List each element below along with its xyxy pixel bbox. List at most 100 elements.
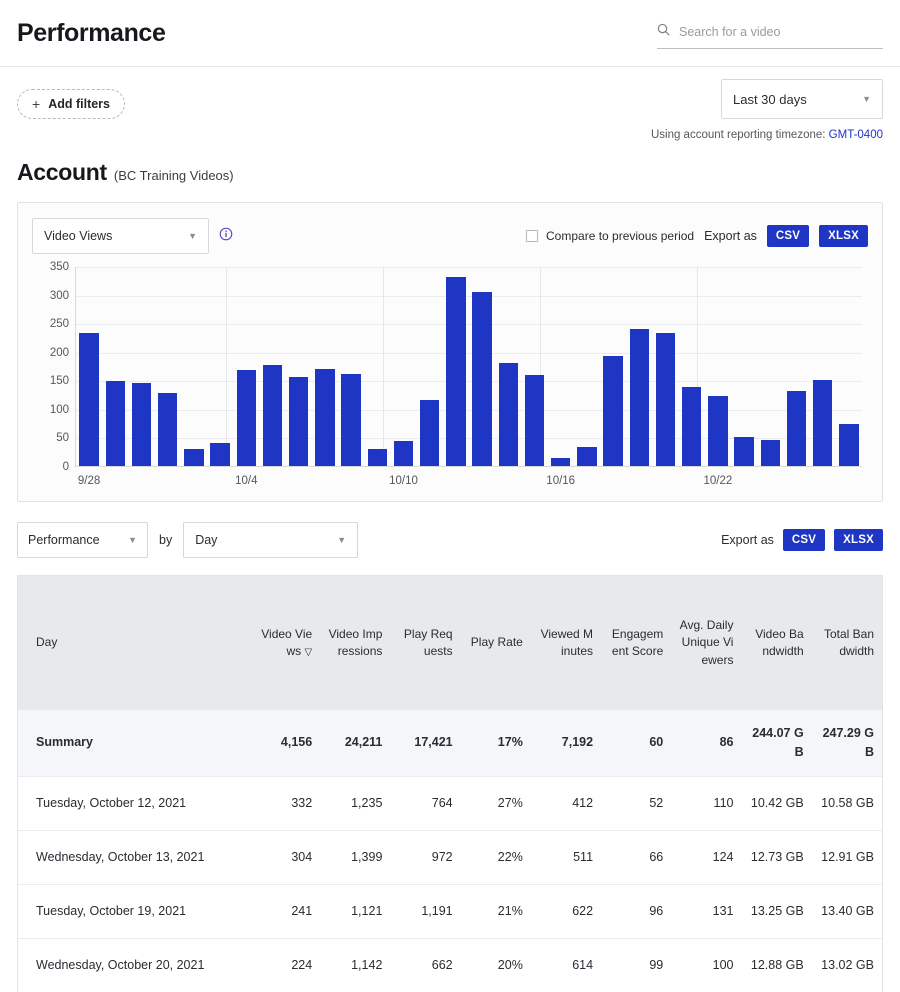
summary-cell: 17% <box>461 710 531 776</box>
table-summary-row: Summary4,15624,21117,42117%7,1926086244.… <box>18 710 882 776</box>
add-filters-label: Add filters <box>48 98 110 111</box>
search-box[interactable] <box>657 23 883 49</box>
chart-gridline <box>76 267 862 268</box>
chart-bar[interactable] <box>472 292 491 466</box>
report-type-select[interactable]: Performance ▼ <box>17 522 148 558</box>
add-filters-button[interactable]: + Add filters <box>17 89 125 119</box>
chart-gridline <box>76 296 862 297</box>
chart-export-xlsx-button[interactable]: XLSX <box>819 225 868 247</box>
date-range-select[interactable]: Last 30 days ▼ <box>721 79 883 119</box>
chart-bar[interactable] <box>630 329 649 466</box>
chart-bar[interactable] <box>132 383 151 466</box>
table-export-label: Export as <box>721 533 774 547</box>
table-header-video-views[interactable]: Video Views ▽ <box>250 576 320 710</box>
table-export-xlsx-button[interactable]: XLSX <box>834 529 883 551</box>
plus-icon: + <box>32 97 40 111</box>
table-header-viewed-minutes[interactable]: Viewed Minutes <box>531 576 601 710</box>
table-header-row: DayVideo Views ▽Video ImpressionsPlay Re… <box>18 576 882 710</box>
chart-bar[interactable] <box>734 437 753 466</box>
chart-bar[interactable] <box>446 277 465 466</box>
table-cell: 511 <box>531 830 601 884</box>
table-cell: 412 <box>531 776 601 830</box>
chart-bar[interactable] <box>656 333 675 466</box>
account-heading: Account (BC Training Videos) <box>0 159 900 186</box>
chart-bar[interactable] <box>368 449 387 466</box>
chart-x-axis-label: 10/4 <box>235 475 257 487</box>
chart-plot-area: 0501001502002503003509/2810/410/1010/161… <box>75 267 862 467</box>
table-cell: 110 <box>671 776 741 830</box>
chart-bar[interactable] <box>315 369 334 466</box>
table-cell: 12.73 GB <box>741 830 811 884</box>
timezone-link[interactable]: GMT-0400 <box>829 129 883 141</box>
summary-cell: 24,211 <box>320 710 390 776</box>
table-cell: 66 <box>601 830 671 884</box>
search-input[interactable] <box>679 25 883 39</box>
chart-bar[interactable] <box>813 380 832 466</box>
table-export-csv-button[interactable]: CSV <box>783 529 825 551</box>
table-cell: 241 <box>250 884 320 938</box>
chart-bar[interactable] <box>525 375 544 466</box>
chart-y-axis-label: 100 <box>50 404 69 416</box>
chart-bar[interactable] <box>839 424 858 466</box>
table-header-engagement-score[interactable]: Engagement Score <box>601 576 671 710</box>
table-cell: 332 <box>250 776 320 830</box>
chart-export-csv-button[interactable]: CSV <box>767 225 809 247</box>
chart-bar[interactable] <box>184 449 203 466</box>
interval-select[interactable]: Day ▼ <box>183 522 358 558</box>
metric-select-value: Video Views <box>44 229 112 243</box>
table-header-day[interactable]: Day <box>18 576 250 710</box>
chart-bar[interactable] <box>106 381 125 466</box>
chart-bar[interactable] <box>708 396 727 466</box>
chart-bar[interactable] <box>263 365 282 466</box>
table-cell: 27% <box>461 776 531 830</box>
summary-cell: 17,421 <box>390 710 460 776</box>
chart-bar[interactable] <box>289 377 308 466</box>
chart-bar[interactable] <box>341 374 360 466</box>
chart-bar[interactable] <box>210 443 229 466</box>
metric-select[interactable]: Video Views ▼ <box>32 218 209 254</box>
chevron-down-icon: ▼ <box>862 95 871 104</box>
chart-bar[interactable] <box>499 363 518 466</box>
compare-previous-period-toggle[interactable]: Compare to previous period <box>526 229 694 243</box>
table-header-video-bandwidth[interactable]: Video Bandwidth <box>741 576 811 710</box>
chart-bar[interactable] <box>761 440 780 466</box>
table-header-total-bandwidth[interactable]: Total Bandwidth <box>812 576 882 710</box>
summary-cell: 86 <box>671 710 741 776</box>
page-title: Performance <box>17 19 165 48</box>
chevron-down-icon: ▼ <box>128 536 137 545</box>
chart-bar[interactable] <box>682 387 701 466</box>
table-cell: 10.42 GB <box>741 776 811 830</box>
table-cell: 22% <box>461 830 531 884</box>
summary-cell: 247.29 GB <box>812 710 882 776</box>
search-icon <box>657 23 670 41</box>
chart-gridline <box>76 324 862 325</box>
table-header-avg-daily-unique-viewers[interactable]: Avg. Daily Unique Viewers <box>671 576 741 710</box>
chart-bar[interactable] <box>394 441 413 466</box>
date-range-wrapper: Last 30 days ▼ <box>721 79 883 119</box>
chart-bar[interactable] <box>158 393 177 466</box>
table-row[interactable]: Tuesday, October 19, 20212411,1211,19121… <box>18 884 882 938</box>
summary-cell: 60 <box>601 710 671 776</box>
chart-bar[interactable] <box>603 356 622 466</box>
table-row[interactable]: Tuesday, October 12, 20213321,23576427%4… <box>18 776 882 830</box>
compare-checkbox[interactable] <box>526 230 538 242</box>
info-icon[interactable] <box>219 227 233 246</box>
chart-bar[interactable] <box>787 391 806 466</box>
table-header-play-requests[interactable]: Play Requests <box>390 576 460 710</box>
chart-bar[interactable] <box>79 333 98 466</box>
table-header-video-impressions[interactable]: Video Impressions <box>320 576 390 710</box>
chart-bar[interactable] <box>237 370 256 466</box>
chart-bar[interactable] <box>420 400 439 466</box>
table-cell: 10.58 GB <box>812 776 882 830</box>
table-header-play-rate[interactable]: Play Rate <box>461 576 531 710</box>
chart-bar[interactable] <box>551 458 570 466</box>
table-row[interactable]: Wednesday, October 13, 20213041,39997222… <box>18 830 882 884</box>
chart-y-axis-label: 150 <box>50 375 69 387</box>
chart-bar[interactable] <box>577 447 596 466</box>
table-cell: 131 <box>671 884 741 938</box>
table-cell: 1,191 <box>390 884 460 938</box>
table-cell: 52 <box>601 776 671 830</box>
performance-table: DayVideo Views ▽Video ImpressionsPlay Re… <box>18 576 882 992</box>
table-cell: 12.91 GB <box>812 830 882 884</box>
table-cell: 304 <box>250 830 320 884</box>
